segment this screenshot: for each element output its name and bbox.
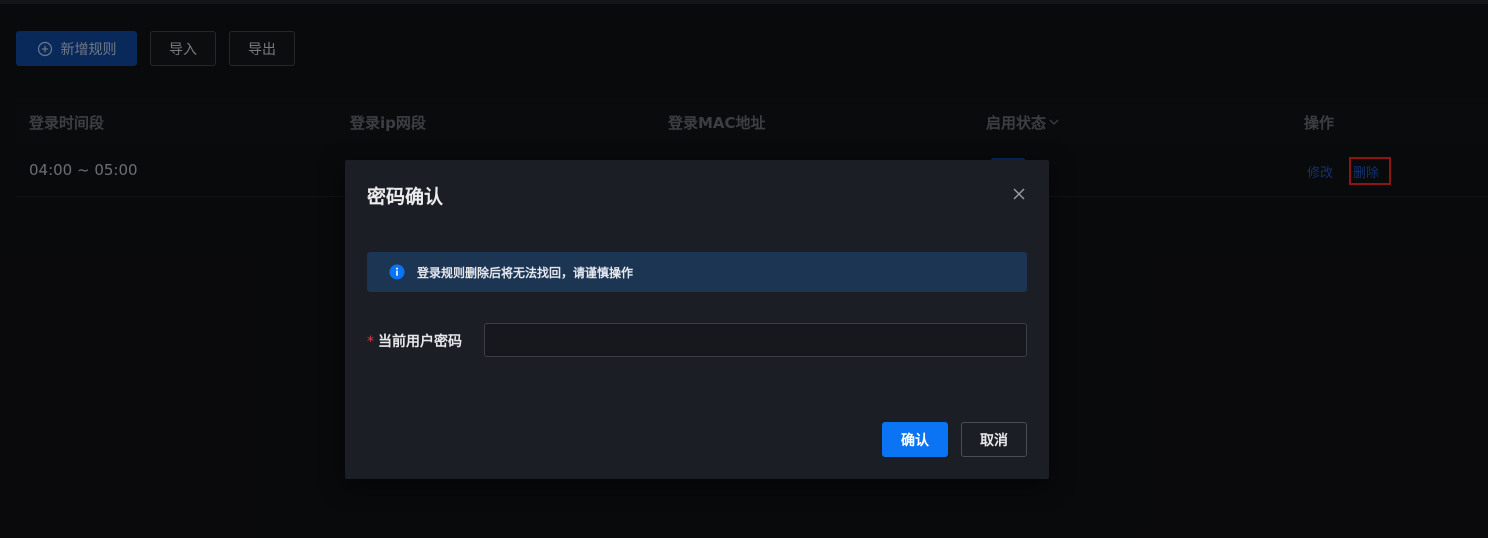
close-icon[interactable] [1009, 184, 1029, 204]
info-icon [389, 264, 405, 280]
password-field-label: * 当前用户密码 [367, 331, 462, 351]
confirm-button[interactable]: 确认 [882, 422, 948, 457]
password-label-text: 当前用户密码 [378, 334, 462, 350]
alert-text: 登录规则删除后将无法找回，请谨慎操作 [417, 265, 634, 280]
required-mark: * [367, 334, 374, 350]
warning-alert: 登录规则删除后将无法找回，请谨慎操作 [367, 252, 1027, 292]
cancel-button[interactable]: 取消 [961, 422, 1027, 457]
dialog-title: 密码确认 [367, 186, 444, 208]
password-input[interactable] [484, 323, 1027, 357]
password-confirm-dialog: 密码确认 登录规则删除后将无法找回，请谨慎操作 * 当前用户密码 确认 取消 [345, 160, 1049, 479]
